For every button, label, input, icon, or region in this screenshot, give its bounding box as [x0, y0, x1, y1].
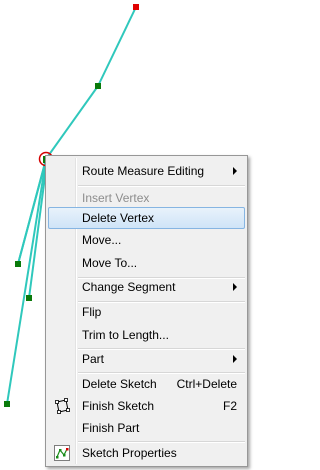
- menu-item-label: Finish Part: [82, 421, 140, 435]
- sketch-segment: [97, 6, 137, 87]
- menu-item-trim-to-length[interactable]: Trim to Length...: [48, 324, 245, 346]
- menu-item-label: Delete Vertex: [82, 211, 155, 225]
- menu-item-part[interactable]: Part: [48, 348, 245, 370]
- menu-item-label: Part: [82, 352, 105, 366]
- menu-item-label: Route Measure Editing: [82, 164, 205, 178]
- sketch-properties-icon: [54, 445, 70, 461]
- menu-item-label: Sketch Properties: [82, 446, 177, 460]
- menu-item-label: Finish Sketch: [82, 399, 155, 413]
- menu-item-delete-vertex[interactable]: Delete Vertex: [48, 207, 245, 229]
- menu-item-label: Trim to Length...: [82, 328, 169, 342]
- sketch-segment: [45, 85, 99, 160]
- menu-item-change-segment[interactable]: Change Segment: [48, 276, 245, 298]
- menu-item-label: Insert Vertex: [82, 191, 150, 205]
- menu-item-flip[interactable]: Flip: [48, 301, 245, 323]
- finish-sketch-icon: [55, 398, 70, 414]
- menu-item-label: Delete Sketch: [82, 377, 157, 391]
- menu-item-move-to[interactable]: Move To...: [48, 252, 245, 274]
- submenu-arrow-icon: [233, 283, 237, 291]
- sketch-vertex[interactable]: [26, 295, 32, 301]
- menu-item-route-measure-editing[interactable]: Route Measure Editing: [48, 160, 245, 182]
- menu-item-label: Move To...: [82, 256, 138, 270]
- sketch-vertex[interactable]: [95, 83, 101, 89]
- sketch-vertex[interactable]: [4, 401, 10, 407]
- menu-item-shortcut: Ctrl+Delete: [176, 377, 237, 391]
- sketch-vertex[interactable]: [15, 261, 21, 267]
- menu-item-finish-part[interactable]: Finish Part: [48, 417, 245, 439]
- submenu-arrow-icon: [233, 167, 237, 175]
- context-menu: Route Measure Editing Insert Vertex Dele…: [45, 155, 248, 467]
- submenu-arrow-icon: [233, 355, 237, 363]
- menu-item-insert-vertex[interactable]: Insert Vertex: [48, 187, 245, 209]
- sketch-segment: [6, 159, 47, 405]
- menu-item-finish-sketch[interactable]: Finish Sketch F2: [48, 395, 245, 417]
- menu-item-move[interactable]: Move...: [48, 229, 245, 251]
- sketch-vertex-last[interactable]: [133, 4, 139, 10]
- menu-item-delete-sketch[interactable]: Delete Sketch Ctrl+Delete: [48, 373, 245, 395]
- menu-item-label: Move...: [82, 233, 122, 247]
- menu-item-label: Flip: [82, 305, 102, 319]
- menu-item-shortcut: F2: [222, 399, 237, 413]
- menu-item-sketch-properties[interactable]: Sketch Properties: [48, 442, 245, 464]
- menu-item-label: Change Segment: [82, 280, 176, 294]
